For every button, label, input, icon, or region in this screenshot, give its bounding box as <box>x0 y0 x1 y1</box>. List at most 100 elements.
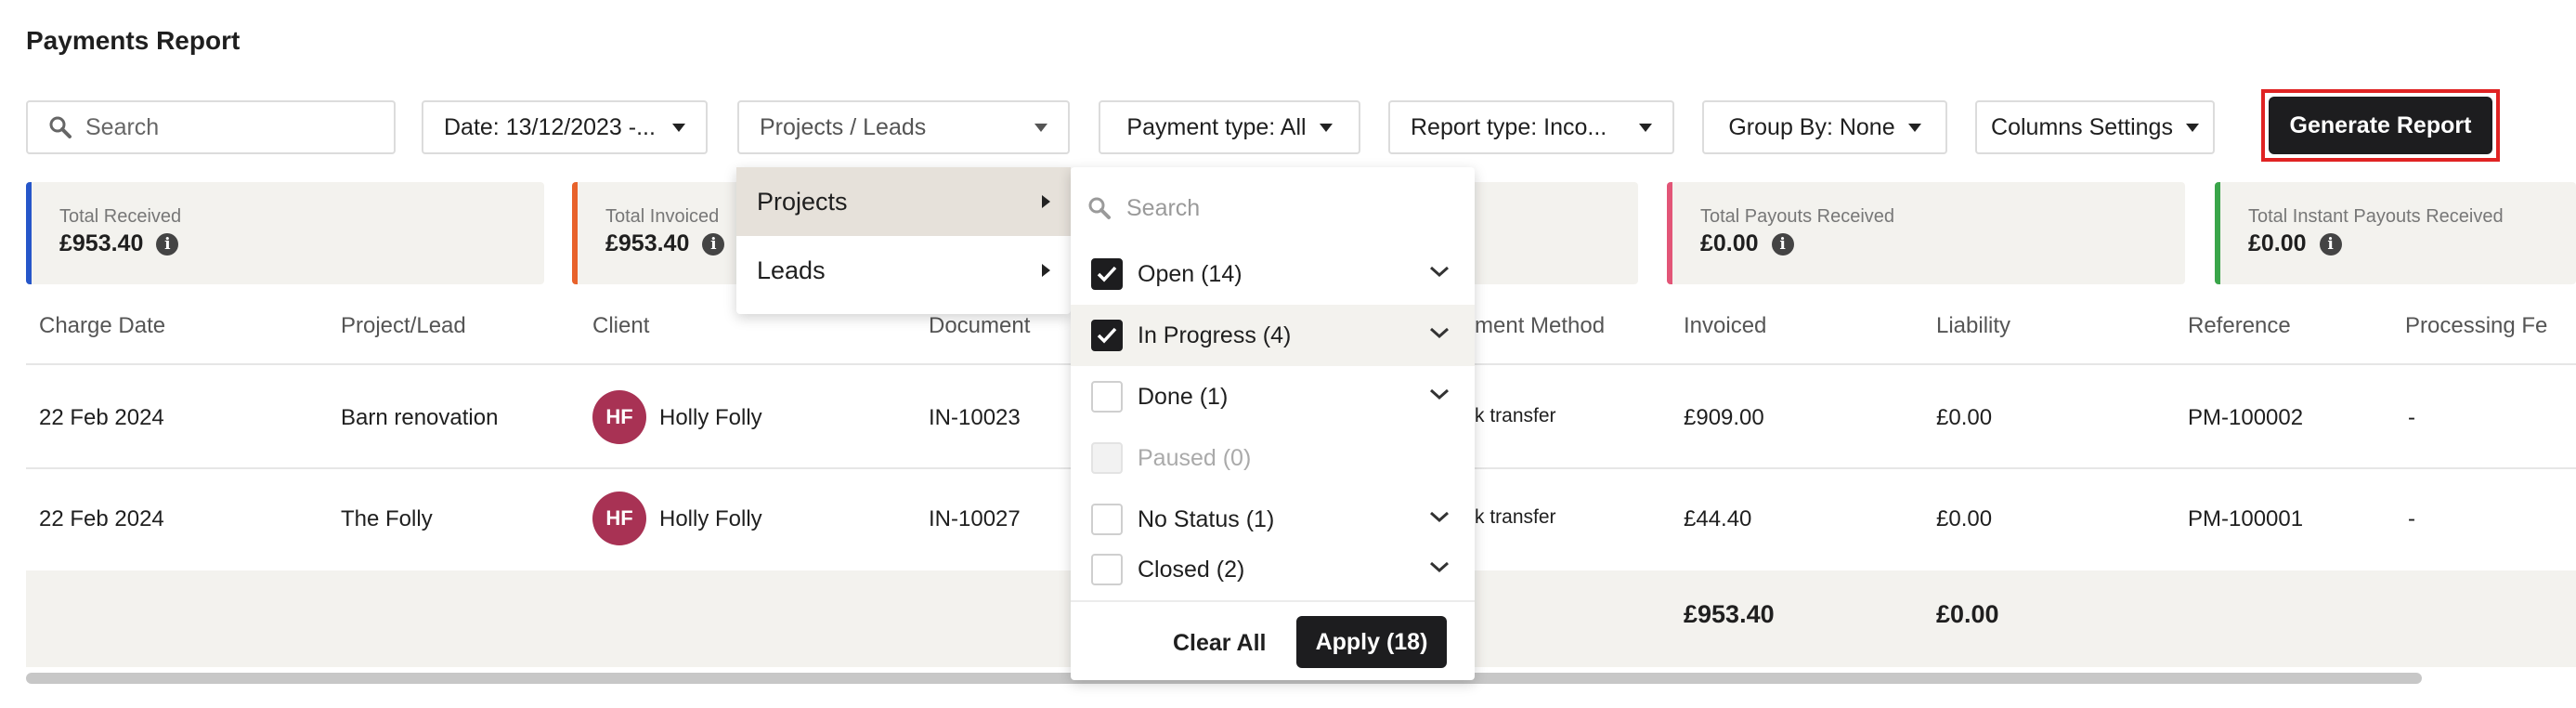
status-option-closed[interactable]: Closed (2) <box>1071 539 1475 600</box>
cell-charge-date: 22 Feb 2024 <box>39 506 164 531</box>
panel-search-input[interactable]: Search <box>1087 182 1459 234</box>
chevron-down-icon[interactable] <box>1428 387 1451 401</box>
cell-invoiced: £44.40 <box>1684 506 1752 531</box>
apply-button[interactable]: Apply (18) <box>1296 616 1447 668</box>
cell-reference: PM-100002 <box>2188 405 2304 430</box>
checkbox-disabled <box>1091 442 1123 474</box>
flyout-item-projects[interactable]: Projects <box>736 167 1071 236</box>
cell-payment-method: k transfer <box>1475 506 1556 528</box>
status-option-paused: Paused (0) <box>1071 427 1475 489</box>
caret-down-icon <box>1639 123 1652 132</box>
column-header-client[interactable]: Client <box>592 313 649 339</box>
caret-right-icon <box>1042 195 1050 208</box>
cell-document[interactable]: IN-10023 <box>929 405 1021 431</box>
card-label: Total Received <box>59 206 182 227</box>
cell-project[interactable]: Barn renovation <box>341 405 498 431</box>
card-accent-bar <box>1667 182 1672 284</box>
column-header-document[interactable]: Document <box>929 313 1030 339</box>
column-header-payment-method[interactable]: ment Method <box>1475 313 1605 339</box>
card-value-row: £953.40 i <box>605 230 725 257</box>
cell-processing-fee: - <box>2408 506 2415 531</box>
chevron-down-icon[interactable] <box>1428 559 1451 574</box>
status-filter-panel: Search Open (14) In Progress (4) Done (1… <box>1071 167 1475 680</box>
card-label: Total Instant Payouts Received <box>2248 206 2504 227</box>
info-icon[interactable]: i <box>702 232 725 256</box>
card-label: Total Invoiced <box>605 206 720 227</box>
search-icon <box>49 116 72 138</box>
cell-client[interactable]: Holly Folly <box>659 405 762 431</box>
checkbox[interactable] <box>1091 504 1123 535</box>
columns-settings-label: Columns Settings <box>1991 113 2173 140</box>
checkbox[interactable] <box>1091 381 1123 413</box>
status-option-in-progress[interactable]: In Progress (4) <box>1071 305 1475 366</box>
summary-card-total-instant-payouts: Total Instant Payouts Received £0.00 i <box>2215 182 2576 284</box>
card-value-row: £0.00 i <box>2248 230 2342 257</box>
info-icon[interactable]: i <box>2319 232 2342 256</box>
cell-document[interactable]: IN-10027 <box>929 506 1021 532</box>
card-value-row: £953.40 i <box>59 230 179 257</box>
flyout-item-leads[interactable]: Leads <box>736 236 1071 305</box>
cell-processing-fee: - <box>2408 405 2415 430</box>
group-by-filter[interactable]: Group By: None <box>1702 100 1947 154</box>
card-value: £953.40 <box>605 230 690 256</box>
card-value: £0.00 <box>1700 230 1759 256</box>
total-liability: £0.00 <box>1936 600 1999 628</box>
search-placeholder: Search <box>85 113 160 140</box>
projects-leads-filter[interactable]: Projects / Leads <box>737 100 1070 154</box>
avatar: HF <box>592 492 646 545</box>
status-option-open[interactable]: Open (14) <box>1071 243 1475 305</box>
info-icon[interactable]: i <box>156 232 179 256</box>
cell-project[interactable]: The Folly <box>341 506 433 532</box>
cell-payment-method: k transfer <box>1475 405 1556 426</box>
payment-type-filter[interactable]: Payment type: All <box>1099 100 1360 154</box>
panel-footer: Clear All Apply (18) <box>1071 600 1475 680</box>
report-type-filter[interactable]: Report type: Inco... <box>1388 100 1674 154</box>
group-by-label: Group By: None <box>1728 113 1895 140</box>
option-label: Open (14) <box>1138 260 1242 287</box>
checkbox-checked[interactable] <box>1091 320 1123 351</box>
checkbox-checked[interactable] <box>1091 258 1123 290</box>
option-label: No Status (1) <box>1138 505 1275 532</box>
chevron-down-icon[interactable] <box>1428 325 1451 340</box>
chevron-down-icon[interactable] <box>1428 509 1451 524</box>
checkmark-icon <box>1097 266 1117 282</box>
avatar: HF <box>592 390 646 444</box>
summary-card-total-payouts-received: Total Payouts Received £0.00 i <box>1667 182 2185 284</box>
info-icon[interactable]: i <box>1771 232 1794 256</box>
cell-liability: £0.00 <box>1936 405 1993 430</box>
column-header-liability[interactable]: Liability <box>1936 313 2010 339</box>
cell-reference: PM-100001 <box>2188 506 2304 531</box>
projects-leads-flyout: Projects Leads <box>736 167 1071 314</box>
column-header-charge-date[interactable]: Charge Date <box>39 313 165 339</box>
card-accent-bar <box>572 182 578 284</box>
option-label: In Progress (4) <box>1138 321 1292 348</box>
checkbox[interactable] <box>1091 554 1123 585</box>
cell-liability: £0.00 <box>1936 506 1993 531</box>
column-header-reference[interactable]: Reference <box>2188 313 2291 339</box>
card-label: Total Payouts Received <box>1700 206 1895 227</box>
payment-type-label: Payment type: All <box>1126 113 1307 140</box>
cell-client[interactable]: Holly Folly <box>659 506 762 532</box>
columns-settings-button[interactable]: Columns Settings <box>1975 100 2215 154</box>
flyout-item-label: Leads <box>757 256 826 284</box>
search-input[interactable]: Search <box>26 100 396 154</box>
summary-card-total-received: Total Received £953.40 i <box>26 182 544 284</box>
chevron-down-icon[interactable] <box>1428 264 1451 279</box>
card-accent-bar <box>26 182 32 284</box>
column-header-project-lead[interactable]: Project/Lead <box>341 313 466 339</box>
status-option-done[interactable]: Done (1) <box>1071 366 1475 427</box>
flyout-item-label: Projects <box>757 187 848 216</box>
date-filter[interactable]: Date: 13/12/2023 -... <box>422 100 708 154</box>
option-label: Closed (2) <box>1138 556 1245 583</box>
card-value: £953.40 <box>59 230 144 256</box>
column-header-invoiced[interactable]: Invoiced <box>1684 313 1766 339</box>
projects-leads-label: Projects / Leads <box>760 113 927 140</box>
column-header-processing-fee[interactable]: Processing Fe <box>2405 313 2547 339</box>
panel-search-placeholder: Search <box>1126 194 1201 221</box>
caret-right-icon <box>1042 264 1050 277</box>
checkmark-icon <box>1097 327 1117 344</box>
card-value-row: £0.00 i <box>1700 230 1794 257</box>
clear-all-button[interactable]: Clear All <box>1173 619 1267 668</box>
page-title: Payments Report <box>26 26 241 55</box>
generate-report-button[interactable]: Generate Report <box>2269 97 2492 154</box>
